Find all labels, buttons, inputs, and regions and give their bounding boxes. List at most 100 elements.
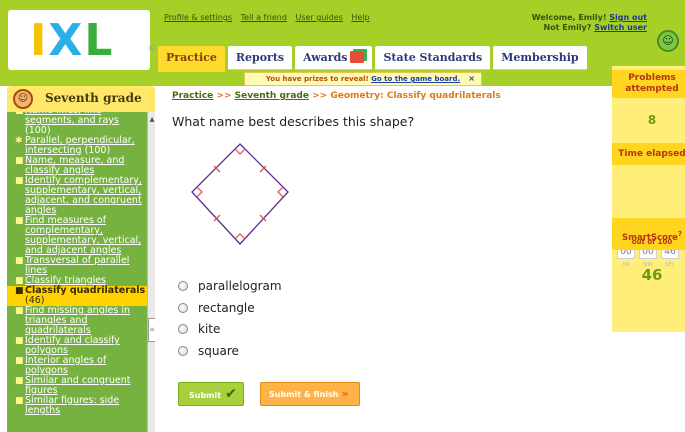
bullet-icon: ■ <box>15 112 24 116</box>
breadcrumb-practice[interactable]: Practice <box>172 91 213 101</box>
problems-attempted-label: Problems attempted <box>612 70 685 98</box>
choice-rectangle[interactable]: rectangle <box>178 300 282 322</box>
choice-label: square <box>198 343 239 358</box>
quadrilateral-figure <box>191 143 289 245</box>
sign-out-link[interactable]: Sign out <box>609 13 647 22</box>
mascot-frog-icon: ☺ <box>657 30 679 52</box>
sidebar-skill[interactable]: ■ Identify and classify polygons <box>7 336 147 356</box>
prize-text: You have prizes to reveal! <box>265 75 369 83</box>
bullet-icon: ■ <box>15 356 24 366</box>
skills-sidebar: ■Name lines, line segments, and rays (10… <box>7 112 155 432</box>
bullet-icon: ■ <box>15 256 24 266</box>
bullet-icon: ■ <box>15 336 24 346</box>
choice-parallelogram[interactable]: parallelogram <box>178 278 282 300</box>
skill-name: Transversal of parallel lines <box>25 255 130 276</box>
bullet-icon: ■ <box>15 376 24 386</box>
breadcrumb-sep-1: >> <box>216 91 232 101</box>
sidebar-skill[interactable]: ■Name lines, line segments, and rays (10… <box>7 112 147 136</box>
close-icon[interactable]: × <box>468 73 475 85</box>
radio-button[interactable] <box>178 281 188 291</box>
page: IXL ® Profile & settings Tell a friend U… <box>0 0 685 432</box>
not-user-text: Not Emily? <box>543 23 592 32</box>
choice-label: rectangle <box>198 300 255 315</box>
smartscore-sub: out of 100 <box>631 238 673 246</box>
sidebar-scrollbar[interactable]: ▲ ≡ <box>147 112 155 432</box>
smartscore-help-icon[interactable]: ? <box>678 230 682 238</box>
choice-label: kite <box>198 322 221 336</box>
choice-square[interactable]: square <box>178 343 282 365</box>
square-shape <box>191 143 289 245</box>
breadcrumb-sep-2: >> <box>312 91 328 101</box>
sidebar-skill[interactable]: ■ Similar figures: side lengths <box>7 396 147 416</box>
radio-button[interactable] <box>178 324 188 334</box>
bullet-icon: ✱ <box>15 136 23 146</box>
problems-attempted-value: 8 <box>647 113 657 127</box>
answer-choices: parallelogram rectangle kite square <box>178 278 282 364</box>
sidebar-skill[interactable]: ■ Transversal of parallel lines <box>7 256 147 276</box>
registered-mark: ® <box>148 44 156 53</box>
tab-membership[interactable]: Membership <box>493 46 587 70</box>
welcome-text: Welcome, Emily! <box>531 13 607 22</box>
right-angle-mark-bottom <box>234 233 246 240</box>
help-link[interactable]: Help <box>351 13 369 22</box>
scroll-up-arrow-icon[interactable]: ▲ <box>148 116 155 124</box>
skill-name: Similar figures: side lengths <box>25 395 120 416</box>
question-text: What name best describes this shape? <box>172 114 415 129</box>
bullet-icon: ■ <box>15 156 24 166</box>
tab-practice[interactable]: Practice <box>158 46 225 72</box>
right-angle-mark-top <box>234 148 246 155</box>
smartscore-value: 46 <box>641 266 663 284</box>
submit-label: Submit <box>189 391 222 400</box>
skill-name: Name, measure, and classify angles <box>25 155 125 176</box>
skill-name: Find missing angles in triangles and qua… <box>25 305 130 336</box>
sidebar-skill[interactable]: ■ Find measures of complementary, supplem… <box>7 216 147 256</box>
submit-finish-button[interactable]: Submit & finish» <box>260 382 360 406</box>
bullet-icon: ■ <box>15 286 24 296</box>
time-elapsed-label: Time elapsed <box>612 143 685 165</box>
sidebar-skill[interactable]: ■ Identify complementary, supplementary, … <box>7 176 147 216</box>
skill-list: ■Name lines, line segments, and rays (10… <box>7 112 147 416</box>
sidebar-skill[interactable]: ✱ Parallel, perpendicular, intersecting (… <box>7 136 147 156</box>
bullet-icon: ■ <box>15 276 24 286</box>
skill-name: Identify and classify polygons <box>25 335 120 356</box>
radio-button[interactable] <box>178 302 188 313</box>
student-avatar-icon: ☺ <box>13 89 33 109</box>
sidebar-skill[interactable]: ■ Find missing angles in triangles and qu… <box>7 306 147 336</box>
tell-a-friend-link[interactable]: Tell a friend <box>241 13 287 22</box>
sidebar-skill-current[interactable]: ■ Classify quadrilaterals (46) <box>7 286 147 306</box>
choice-label: parallelogram <box>198 279 282 293</box>
scroll-thumb[interactable]: ≡ <box>148 318 155 342</box>
sidebar-skill[interactable]: ■ Name, measure, and classify angles <box>7 156 147 176</box>
game-board-link[interactable]: Go to the game board. <box>371 75 460 83</box>
skill-name: Name lines, line segments, and rays <box>25 112 119 126</box>
breadcrumb-current: Geometry: Classify quadrilaterals <box>330 91 501 101</box>
breadcrumb-grade[interactable]: Seventh grade <box>235 91 309 101</box>
bullet-icon: ■ <box>15 176 24 186</box>
welcome-box: Welcome, Emily! Sign out Not Emily? Swit… <box>532 13 647 33</box>
sidebar-skill[interactable]: ■ Interior angles of polygons <box>7 356 147 376</box>
breadcrumb: Practice >> Seventh grade >> Geometry: C… <box>172 91 501 101</box>
sidebar-skill[interactable]: ■ Similar and congruent figures <box>7 376 147 396</box>
tab-reports[interactable]: Reports <box>227 46 293 70</box>
bullet-icon: ■ <box>15 396 24 406</box>
logo[interactable]: IXL ® <box>8 10 156 70</box>
user-guides-link[interactable]: User guides <box>295 13 342 22</box>
bullet-icon: ■ <box>15 216 24 226</box>
double-chevron-right-icon: » <box>341 387 349 400</box>
tab-awards[interactable]: Awards <box>295 46 373 70</box>
right-angle-mark-left <box>196 186 203 198</box>
grade-title: Seventh grade <box>45 91 142 105</box>
submit-button[interactable]: Submit ✔ <box>178 382 244 406</box>
tab-state-standards[interactable]: State Standards <box>375 46 491 70</box>
skill-name: Parallel, perpendicular, intersecting <box>25 135 135 156</box>
radio-button[interactable] <box>178 345 188 356</box>
skill-name: Find measures of complementary, suppleme… <box>25 215 142 256</box>
profile-settings-link[interactable]: Profile & settings <box>164 13 232 22</box>
tab-awards-label: Awards <box>303 51 348 64</box>
grade-header[interactable]: ☺ Seventh grade <box>7 86 155 112</box>
skill-name: Identify complementary, supplementary, v… <box>25 175 142 216</box>
choice-kite[interactable]: kite <box>178 321 282 343</box>
top-links: Profile & settings Tell a friend User gu… <box>164 13 376 22</box>
submit-finish-label: Submit & finish <box>269 390 339 399</box>
switch-user-link[interactable]: Switch user <box>594 23 647 32</box>
